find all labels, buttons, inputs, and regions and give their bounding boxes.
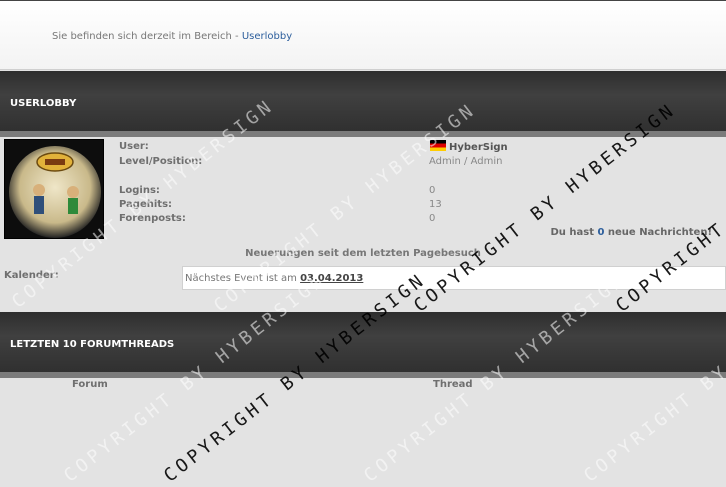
calendar-text-wrap: Nächstes Event ist am 03.04.2013	[185, 273, 363, 284]
germany-flag-icon	[430, 140, 446, 151]
breadcrumb-link-userlobby[interactable]: Userlobby	[242, 31, 292, 42]
column-header-thread: Thread	[433, 379, 473, 390]
calendar-date-link[interactable]: 03.04.2013	[300, 273, 363, 284]
calendar-box: Nächstes Event ist am 03.04.2013	[182, 266, 726, 290]
calendar-text: Nächstes Event ist am	[185, 273, 301, 284]
username-link[interactable]: HyberSign	[430, 140, 508, 153]
section-header-userlobby: USERLOBBY	[0, 71, 726, 131]
section-title-userlobby: USERLOBBY	[10, 98, 77, 109]
label-user: User:	[119, 141, 149, 152]
breadcrumb-prefix: Sie befinden sich derzeit im Bereich -	[52, 31, 242, 42]
column-header-forum: Forum	[72, 379, 108, 390]
username: HyberSign	[449, 142, 508, 153]
label-level: Level/Position:	[119, 156, 203, 167]
top-bar: Sie befinden sich derzeit im Bereich - U…	[0, 0, 726, 70]
label-pagehits: Pagehits:	[119, 199, 173, 210]
value-forenposts: 0	[429, 213, 436, 224]
messages-link[interactable]: Du hast 0 neue Nachrichten!	[550, 227, 712, 238]
messages-suffix: neue Nachrichten!	[604, 227, 712, 238]
value-level: Admin / Admin	[429, 156, 503, 167]
news-heading: Neuerungen seit dem letzten Pagebesuch	[245, 248, 481, 259]
messages-prefix: Du hast	[550, 227, 598, 238]
section-header-threads: LETZTEN 10 FORUMTHREADS	[0, 312, 726, 372]
separator	[0, 131, 726, 137]
separator	[0, 372, 726, 378]
label-calendar: Kalender:	[4, 270, 59, 281]
section-title-threads: LETZTEN 10 FORUMTHREADS	[10, 339, 175, 350]
value-pagehits: 13	[429, 199, 442, 210]
label-logins: Logins:	[119, 185, 160, 196]
avatar-image	[5, 140, 103, 238]
value-logins: 0	[429, 185, 436, 196]
breadcrumb: Sie befinden sich derzeit im Bereich - U…	[52, 31, 292, 42]
label-forenposts: Forenposts:	[119, 213, 186, 224]
avatar	[4, 139, 104, 239]
